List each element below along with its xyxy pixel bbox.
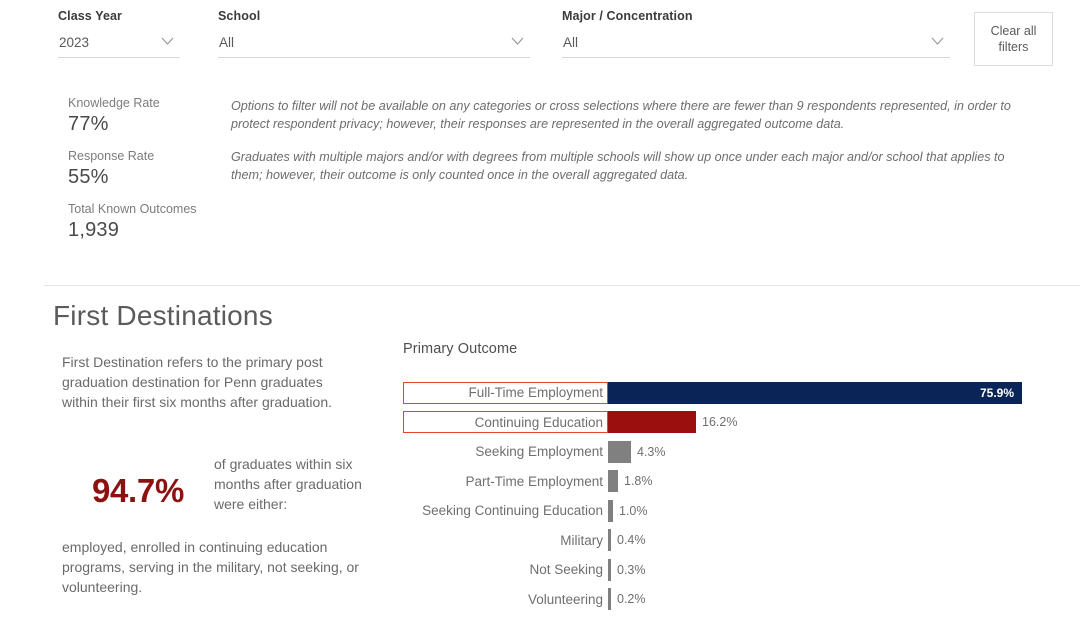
bar-value-label: 75.9% — [980, 386, 1014, 400]
filter-major-label: Major / Concentration — [562, 9, 950, 23]
bar-value-label: 1.8% — [624, 474, 653, 488]
headline-description: of graduates within six months after gra… — [214, 452, 382, 514]
summary-stats: Knowledge Rate 77% Response Rate 55% Tot… — [68, 96, 228, 255]
filter-class-year: Class Year 2023 — [58, 9, 180, 58]
filter-school-value: All — [218, 32, 530, 54]
bar[interactable] — [608, 559, 611, 581]
bar-value-label: 1.0% — [619, 504, 648, 518]
bar-row[interactable]: Continuing Education 16.2% — [403, 408, 1043, 438]
bar-track: 0.3% — [608, 559, 1043, 581]
stat-label: Total Known Outcomes — [68, 202, 228, 216]
bar-category-label-cell[interactable]: Not Seeking — [403, 559, 608, 581]
bar[interactable] — [608, 441, 631, 463]
bar-track: 1.8% — [608, 470, 1043, 492]
bar-category-label: Seeking Continuing Education — [422, 503, 603, 518]
filter-major-value: All — [562, 32, 950, 54]
chart-title: Primary Outcome — [403, 341, 1043, 357]
filter-school: School All — [218, 9, 530, 58]
bar-category-label: Full-Time Employment — [468, 385, 603, 400]
note-privacy: Options to filter will not be available … — [231, 98, 1021, 133]
bar-category-label-cell[interactable]: Full-Time Employment — [403, 382, 608, 404]
bar-row[interactable]: Part-Time Employment 1.8% — [403, 467, 1043, 497]
bar-row[interactable]: Military 0.4% — [403, 526, 1043, 556]
stat-label: Knowledge Rate — [68, 96, 228, 110]
bar-row[interactable]: Volunteering 0.2% — [403, 585, 1043, 615]
disclaimer-notes: Options to filter will not be available … — [231, 98, 1021, 200]
bar-row[interactable]: Seeking Continuing Education 1.0% — [403, 496, 1043, 526]
bar-track: 0.4% — [608, 529, 1043, 551]
bar-category-label: Not Seeking — [529, 562, 603, 577]
clear-all-filters-button[interactable]: Clear all filters — [974, 12, 1053, 66]
filter-class-year-dropdown[interactable]: 2023 — [58, 32, 180, 58]
bar-category-label: Seeking Employment — [475, 444, 603, 459]
stat-value: 55% — [68, 166, 228, 189]
bar-value-label: 0.3% — [617, 563, 646, 577]
stat-knowledge-rate: Knowledge Rate 77% — [68, 96, 228, 136]
bar-track: 4.3% — [608, 441, 1043, 463]
stat-label: Response Rate — [68, 149, 228, 163]
bar-category-label: Part-Time Employment — [465, 474, 603, 489]
bar-category-label-cell[interactable]: Part-Time Employment — [403, 470, 608, 492]
bar-track: 75.9% — [608, 382, 1043, 404]
bar-value-label: 4.3% — [637, 445, 666, 459]
bar-value-label: 0.4% — [617, 533, 646, 547]
bar-category-label-cell[interactable]: Seeking Continuing Education — [403, 500, 608, 522]
page-title: First Destinations — [53, 300, 273, 332]
bar-value-label: 0.2% — [617, 592, 646, 606]
bar[interactable]: 75.9% — [608, 382, 1022, 404]
filter-school-dropdown[interactable]: All — [218, 32, 530, 58]
bar-category-label-cell[interactable]: Military — [403, 529, 608, 551]
bar-category-label: Volunteering — [528, 592, 603, 607]
headline-detail: employed, enrolled in continuing educati… — [62, 537, 382, 597]
bar-list: Full-Time Employment 75.9% Continuing Educ… — [403, 378, 1043, 614]
headline-percent: 94.7% — [62, 452, 214, 508]
note-multiple-majors: Graduates with multiple majors and/or wi… — [231, 149, 1021, 184]
filter-major-dropdown[interactable]: All — [562, 32, 950, 58]
bar-value-label: 16.2% — [702, 415, 737, 429]
bar-category-label-cell[interactable]: Seeking Employment — [403, 441, 608, 463]
first-destination-description: First Destination refers to the primary … — [62, 352, 362, 412]
bar-category-label: Military — [560, 533, 603, 548]
bar[interactable] — [608, 411, 696, 433]
stat-value: 1,939 — [68, 219, 228, 242]
filter-class-year-label: Class Year — [58, 9, 180, 23]
clear-all-filters-label: Clear all filters — [991, 23, 1037, 55]
chevron-down-icon — [511, 37, 524, 45]
bar-track: 16.2% — [608, 411, 1043, 433]
bar-category-label-cell[interactable]: Volunteering — [403, 588, 608, 610]
stat-response-rate: Response Rate 55% — [68, 149, 228, 189]
primary-outcome-chart: Primary Outcome Full-Time Employment 75.9… — [403, 341, 1043, 614]
bar[interactable] — [608, 470, 618, 492]
bar-row[interactable]: Not Seeking 0.3% — [403, 555, 1043, 585]
filter-bar: Class Year 2023 School All Major / Conce… — [0, 0, 1080, 78]
chevron-down-icon — [161, 37, 174, 45]
bar[interactable] — [608, 529, 611, 551]
bar-row[interactable]: Seeking Employment 4.3% — [403, 437, 1043, 467]
chevron-down-icon — [931, 37, 944, 45]
stat-value: 77% — [68, 113, 228, 136]
bar-row[interactable]: Full-Time Employment 75.9% — [403, 378, 1043, 408]
filter-school-label: School — [218, 9, 530, 23]
bar-track: 0.2% — [608, 588, 1043, 610]
bar-category-label-cell[interactable]: Continuing Education — [403, 411, 608, 433]
bar[interactable] — [608, 500, 613, 522]
bar-track: 1.0% — [608, 500, 1043, 522]
filter-major: Major / Concentration All — [562, 9, 950, 58]
stat-total-known-outcomes: Total Known Outcomes 1,939 — [68, 202, 228, 242]
bar[interactable] — [608, 588, 611, 610]
bar-category-label: Continuing Education — [475, 415, 603, 430]
section-divider — [44, 285, 1080, 286]
headline-stat: 94.7% of graduates within six months aft… — [62, 452, 392, 514]
